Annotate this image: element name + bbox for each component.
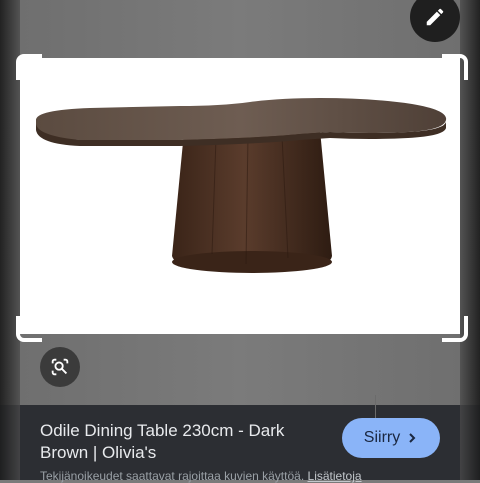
crop-handle-top-left[interactable] <box>16 54 42 80</box>
lens-search-button[interactable] <box>40 347 80 387</box>
product-image-table <box>36 98 447 273</box>
crop-handle-bottom-left[interactable] <box>16 316 42 342</box>
lens-search-icon <box>51 358 69 376</box>
result-title[interactable]: Odile Dining Table 230cm - Dark Brown | … <box>40 420 330 464</box>
crop-selection-area[interactable] <box>20 58 460 334</box>
copyright-text: Tekijänoikeudet saattavat rajoittaa kuvi… <box>40 469 305 483</box>
copyright-note: Tekijänoikeudet saattavat rajoittaa kuvi… <box>40 469 440 483</box>
goto-button[interactable]: Siirry <box>342 418 440 458</box>
goto-label: Siirry <box>363 429 401 446</box>
crop-handle-bottom-right[interactable] <box>442 316 468 342</box>
crop-handle-top-right[interactable] <box>442 54 468 80</box>
pencil-icon <box>426 8 444 26</box>
more-info-link[interactable]: Lisätietoja <box>308 469 362 483</box>
chevron-right-icon <box>409 433 416 443</box>
